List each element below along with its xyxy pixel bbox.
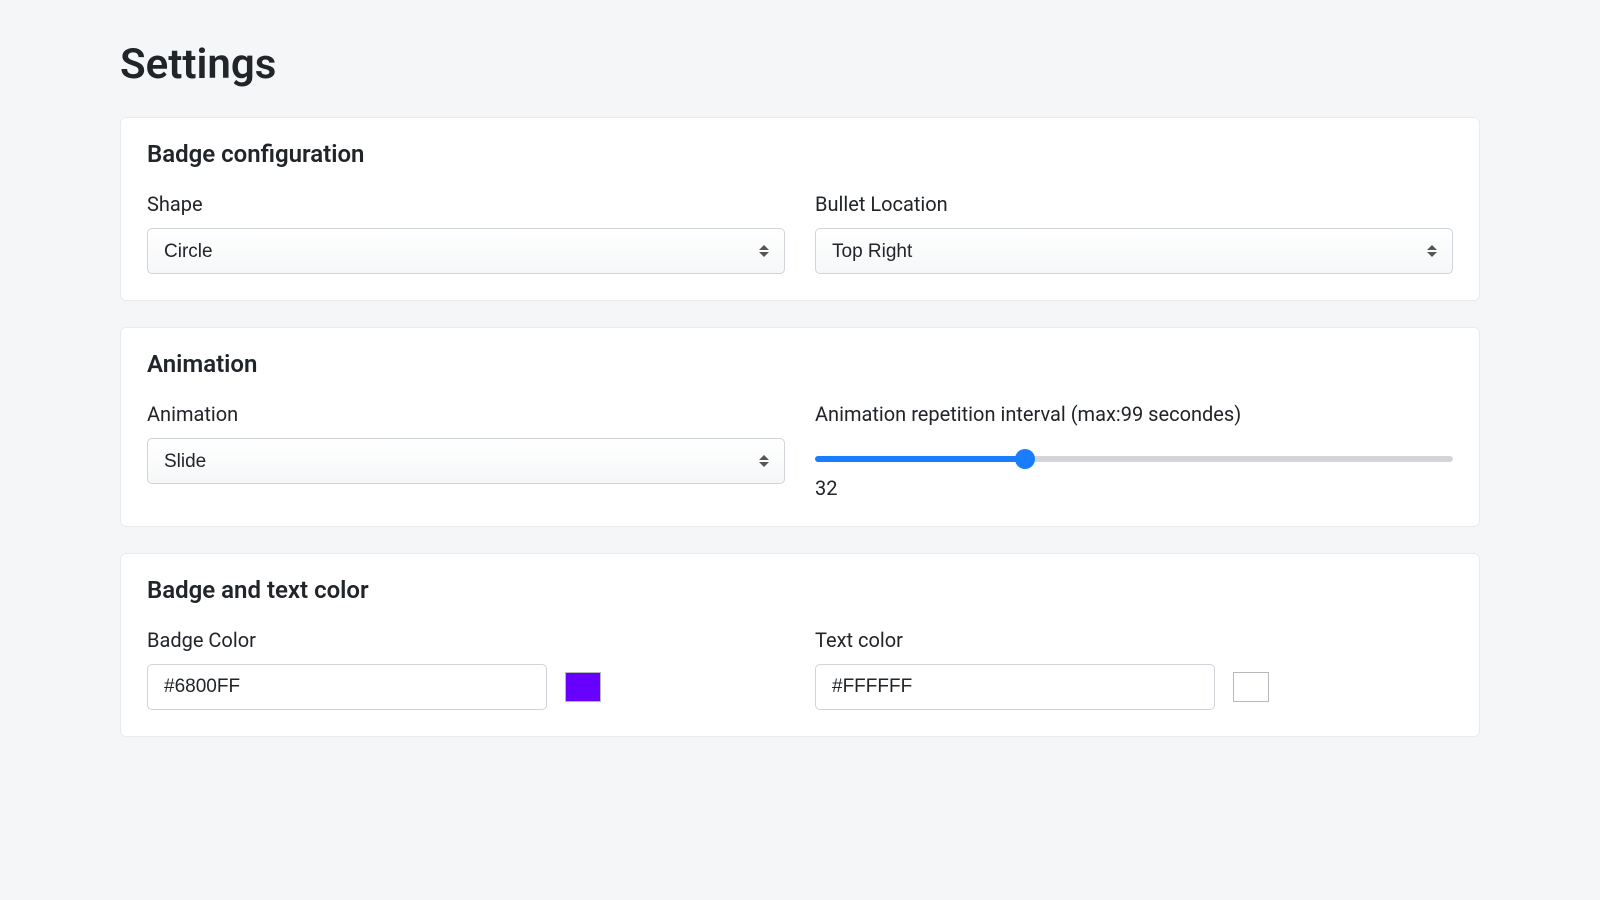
field-bullet-location: Bullet Location Top Right [815,192,1453,274]
page-title: Settings [120,40,1480,89]
label-text-color: Text color [815,628,1453,652]
section-animation: Animation Animation Slide Animation repe… [120,327,1480,527]
section-title-badge-configuration: Badge configuration [147,140,1453,168]
input-text-color[interactable] [815,664,1215,710]
field-text-color: Text color [815,628,1453,710]
label-bullet-location: Bullet Location [815,192,1453,216]
slider-animation-interval[interactable] [815,456,1453,462]
slider-value-animation-interval: 32 [815,476,1453,500]
section-title-animation: Animation [147,350,1453,378]
section-badge-text-color: Badge and text color Badge Color Text co… [120,553,1480,737]
section-badge-configuration: Badge configuration Shape Circle Bullet … [120,117,1480,301]
section-title-badge-text-color: Badge and text color [147,576,1453,604]
label-shape: Shape [147,192,785,216]
input-badge-color[interactable] [147,664,547,710]
label-animation-interval: Animation repetition interval (max:99 se… [815,402,1453,426]
label-badge-color: Badge Color [147,628,785,652]
field-badge-color: Badge Color [147,628,785,710]
swatch-badge-color[interactable] [565,672,601,702]
select-animation-type[interactable]: Slide [147,438,785,484]
swatch-text-color[interactable] [1233,672,1269,702]
field-shape: Shape Circle [147,192,785,274]
select-shape[interactable]: Circle [147,228,785,274]
field-animation-type: Animation Slide [147,402,785,500]
field-animation-interval: Animation repetition interval (max:99 se… [815,402,1453,500]
label-animation-type: Animation [147,402,785,426]
select-bullet-location[interactable]: Top Right [815,228,1453,274]
